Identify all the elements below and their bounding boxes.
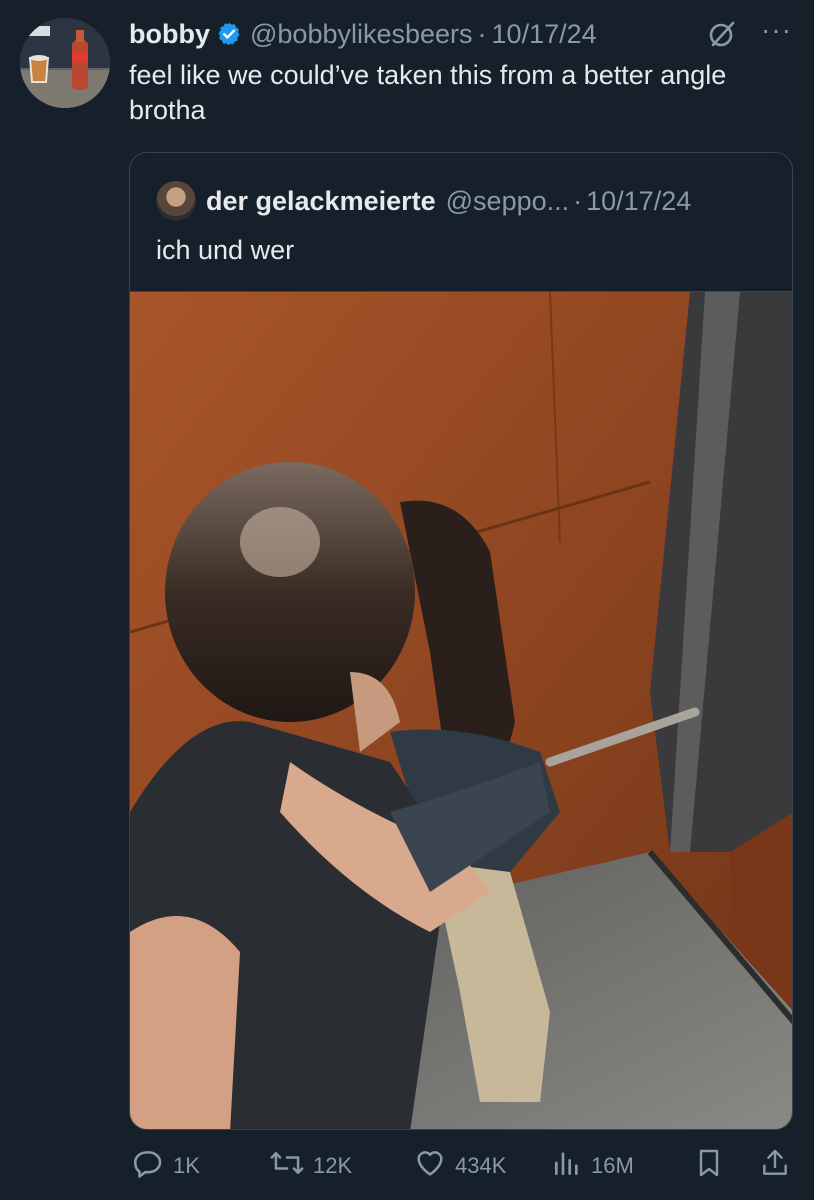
like-count: 434K — [455, 1153, 507, 1178]
quoted-author-name[interactable]: der gelackmeierte — [206, 186, 436, 217]
reply-count: 1K — [173, 1153, 200, 1178]
author-name[interactable]: bobby — [129, 19, 210, 50]
retweet-count: 12K — [313, 1153, 353, 1178]
elevator-photo — [130, 291, 792, 1129]
tweet-header: bobby @bobbylikesbeers · 10/17/24 ··· — [129, 14, 794, 54]
quoted-author-handle[interactable]: @seppo... — [446, 186, 569, 217]
separator-dot: · — [573, 185, 583, 216]
avatar-image — [20, 18, 110, 108]
share-icon — [759, 1146, 799, 1186]
separator-dot: · — [477, 18, 487, 49]
like-icon — [413, 1146, 455, 1186]
reply-icon — [131, 1146, 173, 1186]
views-icon — [551, 1146, 591, 1186]
retweet-button[interactable]: 12K — [269, 1146, 352, 1186]
bookmark-button[interactable] — [693, 1146, 733, 1186]
like-button[interactable]: 434K — [413, 1146, 506, 1186]
reply-button[interactable]: 1K — [131, 1146, 200, 1186]
author-handle[interactable]: @bobbylikesbeers — [250, 19, 473, 50]
verified-badge-icon — [216, 21, 242, 47]
tweet-date[interactable]: 10/17/24 — [492, 19, 597, 50]
quoted-tweet-photo[interactable] — [130, 291, 792, 1129]
quoted-author-avatar[interactable] — [156, 181, 196, 221]
action-bar: 1K 12K 434K 16M — [131, 1146, 791, 1186]
share-button[interactable] — [759, 1146, 799, 1186]
quoted-tweet-header: der gelackmeierte @seppo... · 10/17/24 — [206, 183, 691, 219]
views-count: 16M — [591, 1153, 634, 1178]
quoted-tweet[interactable]: der gelackmeierte @seppo... · 10/17/24 i… — [129, 152, 793, 1130]
more-icon[interactable]: ··· — [761, 14, 792, 46]
views-button[interactable]: 16M — [551, 1146, 634, 1186]
quoted-tweet-text: ich und wer — [156, 235, 295, 265]
quoted-tweet-date[interactable]: 10/17/24 — [586, 186, 691, 217]
author-avatar[interactable] — [20, 18, 110, 108]
grok-icon[interactable] — [706, 18, 738, 55]
retweet-icon — [269, 1146, 313, 1186]
tweet-text: feel like we could’ve taken this from a … — [129, 60, 727, 125]
bookmark-icon — [693, 1146, 733, 1186]
